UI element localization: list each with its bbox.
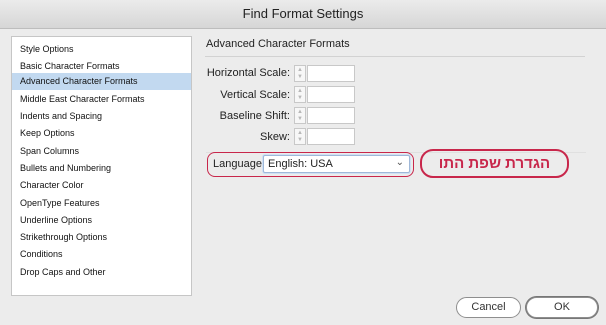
baseline-shift-input[interactable] [307,107,355,124]
chevron-up-icon[interactable]: ▲ [295,88,305,95]
baseline-shift-label: Baseline Shift: [219,110,290,122]
sidebar-item-bullets-and-numbering[interactable]: Bullets and Numbering [12,160,191,177]
chevron-down-icon[interactable]: ⌄ [396,157,404,168]
skew-input[interactable] [307,128,355,145]
sidebar-item-strikethrough-options[interactable]: Strikethrough Options [12,229,191,246]
vertical-scale-input[interactable] [307,86,355,103]
sidebar-item-underline-options[interactable]: Underline Options [12,212,191,229]
annotation-text: הגדרת שפת התו [438,155,551,172]
section-divider [205,56,585,57]
vertical-scale-stepper[interactable]: ▲ ▼ [294,86,306,103]
sidebar-item-keep-options[interactable]: Keep Options [12,125,191,142]
chevron-down-icon[interactable]: ▼ [295,95,305,102]
section-title: Advanced Character Formats [206,38,350,50]
window-title: Find Format Settings [242,6,364,21]
sidebar-item-opentype-features[interactable]: OpenType Features [12,195,191,212]
horizontal-scale-input[interactable] [307,65,355,82]
baseline-shift-stepper[interactable]: ▲ ▼ [294,107,306,124]
category-list[interactable]: Style Options Basic Character Formats Ad… [11,36,192,296]
horizontal-scale-stepper[interactable]: ▲ ▼ [294,65,306,82]
sidebar-item-style-options[interactable]: Style Options [12,41,191,58]
sidebar-item-conditions[interactable]: Conditions [12,246,191,263]
language-label: Language: [213,158,265,170]
skew-label: Skew: [260,131,290,143]
vertical-scale-label: Vertical Scale: [220,89,290,101]
chevron-up-icon[interactable]: ▲ [295,67,305,74]
chevron-up-icon[interactable]: ▲ [295,109,305,116]
language-dropdown-value: English: USA [268,158,333,170]
chevron-down-icon[interactable]: ▼ [295,74,305,81]
chevron-down-icon[interactable]: ▼ [295,137,305,144]
sidebar-item-advanced-character-formats[interactable]: Advanced Character Formats [12,73,191,90]
chevron-down-icon[interactable]: ▼ [295,116,305,123]
annotation-callout: הגדרת שפת התו [420,149,569,178]
cancel-button[interactable]: Cancel [456,297,521,318]
skew-stepper[interactable]: ▲ ▼ [294,128,306,145]
chevron-up-icon[interactable]: ▲ [295,130,305,137]
sidebar-item-character-color[interactable]: Character Color [12,177,191,194]
sidebar-item-indents-and-spacing[interactable]: Indents and Spacing [12,108,191,125]
window-title-bar: Find Format Settings [0,0,606,29]
language-dropdown[interactable]: English: USA ⌄ [263,155,410,173]
sidebar-item-span-columns[interactable]: Span Columns [12,143,191,160]
sidebar-item-drop-caps-and-other[interactable]: Drop Caps and Other [12,264,191,281]
sidebar-item-middle-east-character-formats[interactable]: Middle East Character Formats [12,91,191,108]
horizontal-scale-label: Horizontal Scale: [206,67,290,79]
ok-button[interactable]: OK [526,297,598,318]
